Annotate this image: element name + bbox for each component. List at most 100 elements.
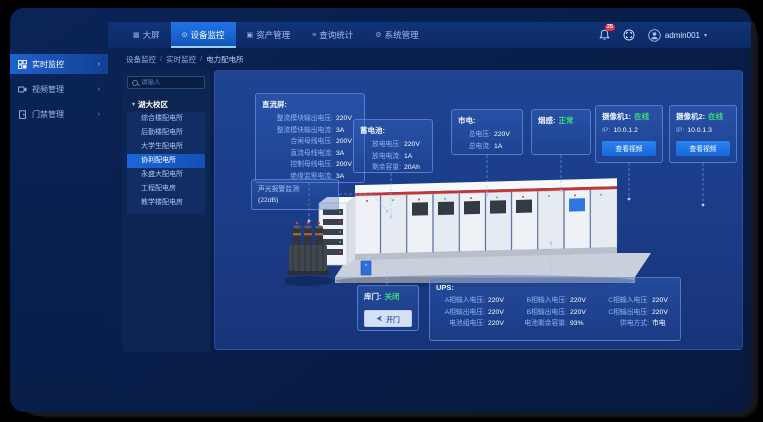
status-badge: 在线 <box>634 111 649 122</box>
smoke-sensor-card: 烟感: 正常 <box>531 109 591 155</box>
door-status-card: 库门: 关闭 开门 <box>357 285 419 331</box>
breadcrumb-item[interactable]: 设备监控 <box>126 54 156 65</box>
breadcrumb-current: 电力配电所 <box>206 54 244 65</box>
avatar <box>648 29 661 42</box>
camera2-card: 摄像机2: 在线 IP:10.0.1.3 查看视频 <box>669 105 737 163</box>
metric-label: C相输出电压: <box>608 307 649 319</box>
tree-search <box>127 76 205 89</box>
username: admin001 <box>665 31 700 40</box>
tab-device-monitor[interactable]: ⊙ 设备监控 <box>171 22 236 48</box>
system-icon: ⚙ <box>375 31 381 39</box>
metric-value: 20Ah <box>404 162 426 174</box>
caret-down-icon: ▾ <box>132 101 135 108</box>
card-title: UPS: <box>436 283 674 292</box>
tab-query-statistics[interactable]: ≡ 查询统计 <box>301 22 364 48</box>
tree-root-label: 湖大校区 <box>138 99 168 110</box>
navbar-right-group: 25 admin001 ▾ <box>599 22 707 48</box>
metric-label: A相输入电压: <box>445 295 485 307</box>
ip-value: 10.0.1.3 <box>687 125 712 137</box>
video-camera-icon <box>18 85 27 94</box>
sidebar-item-video-management[interactable]: 视频管理 › <box>10 79 108 99</box>
tree-item[interactable]: 永盛大配电所 <box>127 168 205 182</box>
sound-light-alarm-card: 声光报警监测: (22dB) <box>251 179 339 210</box>
chevron-right-icon: › <box>98 86 100 93</box>
metric-label: 控制母线电压: <box>290 159 333 171</box>
tab-dashboard[interactable]: ▦ 大屏 <box>122 22 171 48</box>
metric-label: 总电流: <box>469 141 491 153</box>
chevron-right-icon: › <box>98 111 100 118</box>
metric-label: C相输入电压: <box>608 295 649 307</box>
card-title: 库门: <box>364 291 382 302</box>
room-monitor-panel: 直流屏: 整流模块输出电压:220V 整流模块输出电流:3A 合闸母线电压:20… <box>214 70 743 350</box>
door-icon <box>18 110 27 119</box>
metric-label: 电池剩余容量: <box>524 318 567 330</box>
metric-label: 整流模块输出电流: <box>277 125 333 137</box>
metric-value: 220V <box>570 307 592 319</box>
tree-item[interactable]: 综合楼配电所 <box>127 112 205 126</box>
metric-value: 220V <box>488 318 510 330</box>
open-door-button[interactable]: 开门 <box>364 310 412 327</box>
tree-item[interactable]: 工程配电房 <box>127 182 205 196</box>
status-badge: 关闭 <box>385 291 400 302</box>
tab-label: 设备监控 <box>191 29 225 41</box>
alarm-value: (22dB) <box>258 196 332 207</box>
tree-item-selected[interactable]: 协利配电所 <box>127 154 205 168</box>
camera1-card: 摄像机1: 在线 IP:10.0.1.2 查看视频 <box>595 105 663 163</box>
tab-label: 系统管理 <box>385 29 419 41</box>
top-navbar: ▦ 大屏 ⊙ 设备监控 ▣ 资产管理 ≡ 查询统计 ⚙ 系统管理 <box>108 22 751 48</box>
metric-label: 总电压: <box>469 129 491 141</box>
open-door-label: 开门 <box>386 314 400 324</box>
sidebar-item-label: 实时监控 <box>32 59 64 70</box>
status-badge: 正常 <box>559 115 574 126</box>
metric-value: 220V <box>488 295 510 307</box>
card-title: 摄像机2: <box>676 111 705 122</box>
metric-value: 市电 <box>652 318 674 330</box>
metric-label: A相输出电压: <box>445 307 485 319</box>
breadcrumb-item[interactable]: 实时监控 <box>166 54 196 65</box>
metric-label: 放电电流: <box>372 151 401 163</box>
user-menu[interactable]: admin001 ▾ <box>648 29 707 42</box>
query-icon: ≡ <box>312 32 316 39</box>
metric-value: 1A <box>494 141 516 153</box>
metric-label: 剩余容量: <box>372 162 401 174</box>
tree-item[interactable]: 后勤楼配电所 <box>127 126 205 140</box>
tab-system-management[interactable]: ⚙ 系统管理 <box>364 22 429 48</box>
tab-label: 资产管理 <box>256 29 290 41</box>
metric-label: 整流模块输出电压: <box>277 113 333 125</box>
card-title: 烟感: <box>538 115 556 126</box>
asset-icon: ▣ <box>247 31 254 39</box>
metric-label: 直流母线电流: <box>290 148 333 160</box>
metric-value: 220V <box>404 139 426 151</box>
tree-item[interactable]: 大学生配电所 <box>127 140 205 154</box>
metric-label: 放电电压: <box>372 139 401 151</box>
view-video-button[interactable]: 查看视频 <box>602 141 656 156</box>
breadcrumb-separator: / <box>160 54 162 65</box>
ip-label: IP: <box>602 125 610 137</box>
metric-label: 合闸母线电压: <box>290 136 333 148</box>
metric-label: 电池组电压: <box>449 318 485 330</box>
sidebar-item-label: 门禁管理 <box>32 109 64 120</box>
fullscreen-icon[interactable] <box>623 29 635 41</box>
tree-item[interactable]: 教学楼配电房 <box>127 196 205 210</box>
tree-root-campus[interactable]: ▾ 湖大校区 <box>127 97 205 112</box>
alarm-label: 声光报警监测: <box>258 185 332 196</box>
search-icon <box>132 80 138 86</box>
metric-label: B相输入电压: <box>527 295 567 307</box>
sidebar-item-door-access[interactable]: 门禁管理 › <box>10 104 108 124</box>
notifications-button[interactable]: 25 <box>599 29 610 41</box>
view-video-button[interactable]: 查看视频 <box>676 141 730 156</box>
battery-card: 蓄电池: 放电电压:220V 放电电流:1A 剩余容量:20Ah <box>353 119 433 173</box>
ups-card: UPS: A相输入电压:220V B相输入电压:220V C相输入电压:220V… <box>429 277 681 341</box>
metric-label: 供电方式: <box>620 318 649 330</box>
metric-value: 1A <box>404 151 426 163</box>
card-title: 市电: <box>458 115 516 126</box>
mains-power-card: 市电: 总电压:220V 总电流:1A <box>451 109 523 155</box>
card-title: 摄像机1: <box>602 111 631 122</box>
metric-value: 220V <box>488 307 510 319</box>
search-input[interactable] <box>141 79 200 86</box>
tab-asset-management[interactable]: ▣ 资产管理 <box>236 22 302 48</box>
breadcrumb: 设备监控 / 实时监控 / 电力配电所 <box>126 54 244 65</box>
metric-value: 93% <box>570 318 592 330</box>
sidebar-item-realtime-monitor[interactable]: 实时监控 › <box>10 54 108 74</box>
dashboard-icon: ▦ <box>133 31 140 39</box>
